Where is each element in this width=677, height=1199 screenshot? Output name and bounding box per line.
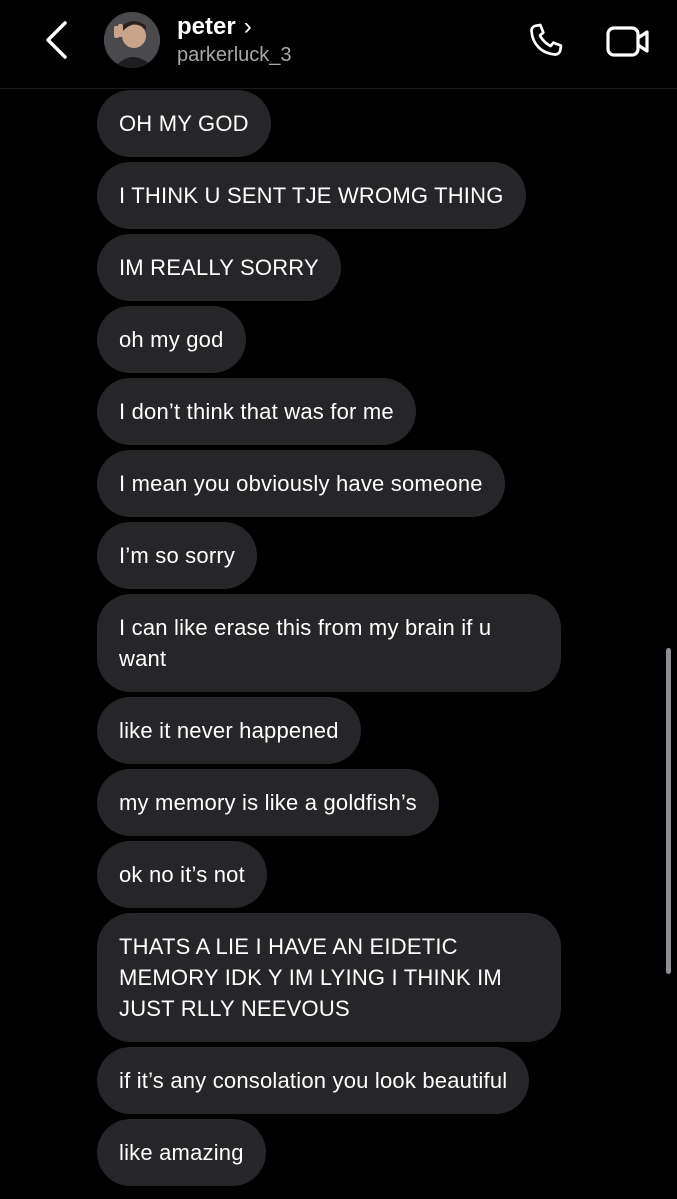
- chevron-left-icon: [46, 21, 67, 59]
- chat-header: peter › parkerluck_3: [0, 0, 677, 89]
- avatar-photo: [104, 12, 160, 68]
- message-bubble[interactable]: I’m so sorry: [97, 522, 258, 589]
- message-bubble[interactable]: like it never happened: [97, 697, 361, 764]
- message-bubble[interactable]: I THINK U SENT TJE WROMG THING: [97, 162, 526, 229]
- message-bubble[interactable]: oh my god: [97, 306, 246, 373]
- video-camera-icon: [606, 26, 649, 57]
- message-bubble[interactable]: ok no it’s not: [97, 841, 267, 908]
- phone-icon: [530, 23, 563, 56]
- message-bubble[interactable]: OH MY GOD: [97, 90, 271, 157]
- message-thread: OH MY GOD I THINK U SENT TJE WROMG THING…: [97, 90, 637, 1191]
- message-bubble[interactable]: like amazing: [97, 1119, 266, 1186]
- message-bubble[interactable]: I mean you obviously have someone: [97, 450, 505, 517]
- message-bubble[interactable]: I can like erase this from my brain if u…: [97, 594, 561, 692]
- contact-info[interactable]: peter › parkerluck_3: [177, 12, 292, 67]
- avatar[interactable]: [104, 12, 160, 68]
- message-bubble[interactable]: IM REALLY SORRY: [97, 234, 341, 301]
- message-bubble[interactable]: THATS A LIE I HAVE AN EIDETIC MEMORY IDK…: [97, 913, 561, 1042]
- contact-name[interactable]: peter: [177, 13, 236, 41]
- scrollbar[interactable]: [666, 648, 671, 974]
- video-call-button[interactable]: [602, 18, 654, 64]
- chevron-right-icon: ›: [243, 13, 252, 40]
- message-bubble[interactable]: if it’s any consolation you look beautif…: [97, 1047, 530, 1114]
- contact-username: parkerluck_3: [177, 44, 292, 66]
- call-button[interactable]: [522, 18, 568, 64]
- message-bubble[interactable]: my memory is like a goldfish’s: [97, 769, 439, 836]
- back-button[interactable]: [36, 18, 76, 62]
- message-bubble[interactable]: I don’t think that was for me: [97, 378, 416, 445]
